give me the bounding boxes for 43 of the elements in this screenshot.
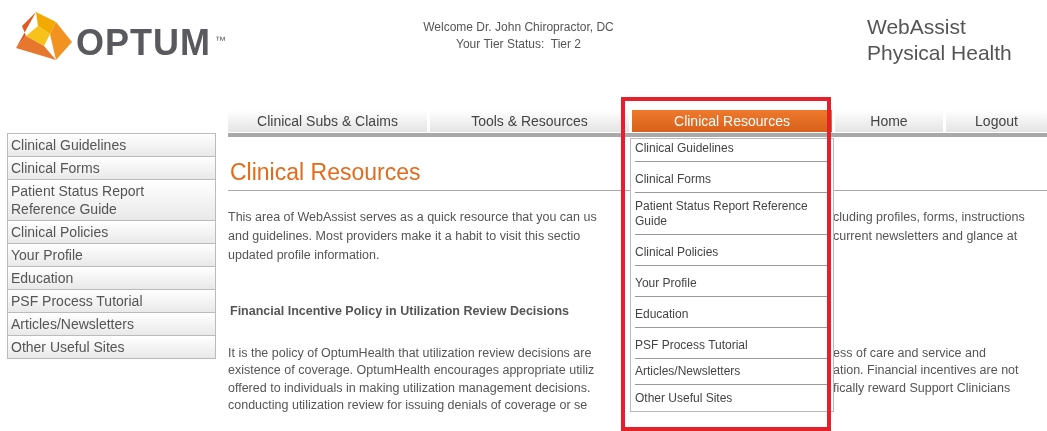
dropdown-item[interactable]: Other Useful Sites	[635, 385, 829, 411]
nav-tab[interactable]: Home	[835, 110, 943, 132]
nav-tab[interactable]: Tools & Resources	[430, 110, 629, 132]
sidebar-link[interactable]: Clinical Policies	[7, 221, 216, 244]
welcome-text: Welcome Dr. John Chiropractor, DC	[423, 20, 614, 34]
trademark-text: ™	[215, 34, 226, 46]
dropdown-item[interactable]: Clinical Guidelines	[635, 139, 829, 162]
dropdown-item[interactable]: PSF Process Tutorial	[635, 328, 829, 359]
sidebar-link[interactable]: Clinical Forms	[7, 157, 216, 180]
dropdown-item[interactable]: Articles/Newsletters	[635, 359, 829, 385]
dropdown-item[interactable]: Your Profile	[635, 266, 829, 297]
paragraph-text: This area of WebAssist serves as a quick resource that you can us	[228, 209, 598, 224]
paragraph-text: and guidelines. Most providers make it a habit to visit this sectio	[228, 228, 582, 243]
app-subtitle: Physical Health	[867, 40, 1012, 66]
paragraph-text: It is the policy of OptumHealth that utilization review decisions are	[228, 345, 593, 360]
sidebar-link[interactable]: Your Profile	[7, 244, 216, 267]
nav-tab[interactable]: Logout	[946, 110, 1047, 132]
tier-status-text: Your Tier Status: Tier 2	[456, 37, 581, 51]
paragraph-text: ess of care and service and	[833, 345, 987, 360]
app-title: WebAssist	[867, 14, 966, 40]
sidebar-link[interactable]: Clinical Guidelines	[7, 133, 216, 157]
paragraph-text: conducting utilization review for issuing denials of coverage or se	[228, 398, 589, 413]
paragraph-text: current newsletters and glance at	[833, 228, 1019, 243]
section-heading: Financial Incentive Policy in Utilization Review Decisions	[230, 304, 569, 318]
dropdown-item[interactable]: Patient Status Report Reference Guide	[635, 193, 829, 235]
paragraph-text: fically reward Support Clinicians	[833, 380, 1012, 395]
sidebar-link[interactable]: Patient Status Report Reference Guide	[7, 180, 216, 221]
logo-icon	[16, 12, 72, 60]
dropdown-item[interactable]: Clinical Policies	[635, 235, 829, 266]
paragraph-text: cluding profiles, forms, instructions	[833, 209, 1026, 224]
paragraph-text: existence of coverage. OptumHealth encourages appropriate utiliz	[228, 363, 596, 378]
sidebar-link[interactable]: Education	[7, 267, 216, 290]
sidebar-link[interactable]: PSF Process Tutorial	[7, 290, 216, 313]
paragraph-text: updated profile information.	[228, 247, 381, 262]
sidebar-link[interactable]: Other Useful Sites	[7, 336, 216, 359]
logo-text: OPTUM	[76, 22, 211, 64]
paragraph-text: offered to individuals in making utilization management decisions.	[228, 380, 592, 395]
dropdown-item[interactable]: Clinical Forms	[635, 162, 829, 193]
paragraph-text: ation. Financial incentives are not	[833, 363, 1020, 378]
sidebar-link[interactable]: Articles/Newsletters	[7, 313, 216, 336]
nav-tab[interactable]: Clinical Subs & Claims	[228, 110, 427, 132]
page-title: Clinical Resources	[230, 159, 421, 186]
dropdown-item[interactable]: Education	[635, 297, 829, 328]
